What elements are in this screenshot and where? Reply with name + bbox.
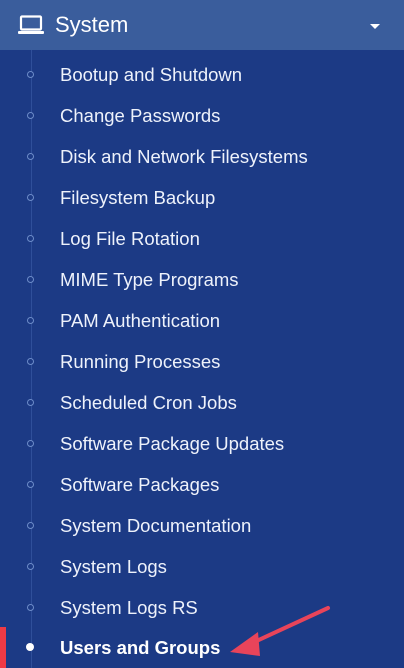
menu-item-label: Log File Rotation	[60, 228, 200, 249]
bullet-icon	[27, 194, 34, 201]
menu-item-mime-type-programs[interactable]: MIME Type Programs	[0, 258, 404, 299]
menu-item-software-package-updates[interactable]: Software Package Updates	[0, 422, 404, 463]
bullet-icon	[27, 440, 34, 447]
menu-item-system-logs-rs[interactable]: System Logs RS	[0, 586, 404, 627]
bullet-icon	[27, 235, 34, 242]
bullet-icon	[27, 112, 34, 119]
bullet-icon	[27, 317, 34, 324]
menu-item-label: Disk and Network Filesystems	[60, 146, 308, 167]
menu-item-software-packages[interactable]: Software Packages	[0, 463, 404, 504]
bullet-icon	[27, 481, 34, 488]
menu-item-label-active: Users and Groups	[60, 637, 221, 658]
bullet-icon	[27, 153, 34, 160]
bullet-icon	[27, 358, 34, 365]
menu-item-system-logs[interactable]: System Logs	[0, 545, 404, 586]
active-bullet-icon	[26, 643, 34, 651]
menu-item-scheduled-cron-jobs[interactable]: Scheduled Cron Jobs	[0, 381, 404, 422]
bullet-icon	[27, 71, 34, 78]
menu-item-label: System Logs RS	[60, 597, 198, 618]
bullet-icon	[27, 399, 34, 406]
menu-item-label: System Documentation	[60, 515, 252, 536]
menu-item-label: Software Package Updates	[60, 433, 285, 454]
menu-item-label: Change Passwords	[60, 105, 221, 126]
menu-item-bootup-and-shutdown[interactable]: Bootup and Shutdown	[0, 53, 404, 94]
system-menu-title: System	[55, 12, 129, 37]
menu-item-label: Software Packages	[60, 474, 220, 495]
bullet-icon	[27, 563, 34, 570]
menu-item-running-processes[interactable]: Running Processes	[0, 340, 404, 381]
menu-item-log-file-rotation[interactable]: Log File Rotation	[0, 217, 404, 258]
bullet-icon	[27, 522, 34, 529]
menu-item-system-documentation[interactable]: System Documentation	[0, 504, 404, 545]
menu-item-label: PAM Authentication	[60, 310, 221, 331]
bullet-icon	[27, 276, 34, 283]
system-submenu: Bootup and Shutdown Change Passwords Dis…	[0, 50, 404, 668]
active-item-marker	[0, 627, 6, 668]
menu-item-label: Filesystem Backup	[60, 187, 216, 208]
menu-item-label: Bootup and Shutdown	[60, 64, 243, 85]
menu-item-label: System Logs	[60, 556, 167, 577]
bullet-icon	[27, 604, 34, 611]
menu-item-disk-and-network-filesystems[interactable]: Disk and Network Filesystems	[0, 135, 404, 176]
menu-item-pam-authentication[interactable]: PAM Authentication	[0, 299, 404, 340]
menu-item-filesystem-backup[interactable]: Filesystem Backup	[0, 176, 404, 217]
laptop-icon	[18, 15, 44, 34]
annotation-arrow-icon	[230, 606, 330, 656]
caret-down-icon[interactable]	[368, 21, 382, 31]
system-menu-header[interactable]: System	[0, 0, 404, 50]
menu-item-label: MIME Type Programs	[60, 269, 239, 290]
menu-item-change-passwords[interactable]: Change Passwords	[0, 94, 404, 135]
menu-item-label: Scheduled Cron Jobs	[60, 392, 237, 413]
menu-item-label: Running Processes	[60, 351, 221, 372]
